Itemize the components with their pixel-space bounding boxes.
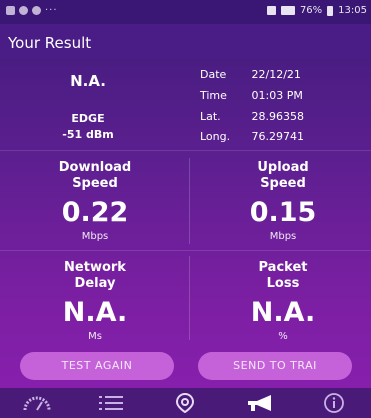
network-type: EDGE [71,112,105,125]
status-time: 13:05 [338,5,367,16]
loss-unit: % [278,331,288,342]
speedometer-icon [23,396,51,411]
upload-value: 0.15 [249,197,317,228]
nav-map[interactable] [165,388,205,418]
meta-value: 76.29741 [251,130,305,143]
nav-complaint[interactable] [240,388,280,418]
upload-unit: Mbps [269,231,297,242]
meta-row-lat: Lat. 28.96358 [200,110,304,123]
delay-label: Network Delay [20,260,170,292]
status-right-icons: 76% 13:05 [266,5,367,16]
upload-label-line2: Speed [260,176,306,191]
info-icon [323,393,344,413]
speed-section: Download Speed 0.22 Mbps Upload Speed 0.… [0,150,371,250]
location-pin-icon [176,393,195,413]
title-bar: Your Result [0,24,371,58]
nav-history[interactable] [91,388,131,418]
loss-label-line1: Packet [258,260,308,275]
nav-speedtest[interactable] [17,388,57,418]
meta-label: Date [200,68,227,81]
test-again-button[interactable]: TEST AGAIN [20,352,174,380]
download-speed-card: Download Speed 0.22 Mbps [20,160,170,242]
delay-label-line1: Network [64,260,126,275]
status-left-icons: ··· [6,5,58,16]
meta-row-long: Long. 76.29741 [200,130,304,143]
meta-row-time: Time 01:03 PM [200,89,303,102]
meta-value: 22/12/21 [251,68,301,81]
meta-label: Time [200,89,227,102]
loss-label-line2: Loss [266,276,300,291]
loss-value: N.A. [250,297,316,328]
column-divider [189,256,190,340]
download-label-line1: Download [58,160,132,175]
operator-name: N.A. [70,72,106,90]
download-label-line2: Speed [72,176,118,191]
bottom-navigation [0,388,371,418]
packet-loss-card: Packet Loss N.A. % [208,260,358,342]
delay-value: N.A. [62,297,128,328]
network-delay-card: Network Delay N.A. Ms [20,260,170,342]
download-label: Download Speed [20,160,170,192]
page-title: Your Result [8,34,92,52]
download-value: 0.22 [61,197,129,228]
gallery-notification-icon [6,6,15,15]
network-info-section: N.A. EDGE -51 dBm Date 22/12/21 Time 01:… [0,58,371,150]
list-icon [99,396,124,410]
upload-label: Upload Speed [208,160,358,192]
megaphone-icon [247,395,271,411]
data-saver-icon [266,6,276,15]
meta-label: Long. [200,130,231,143]
sync-notification-icon [19,6,28,15]
whatsapp-notification-icon [32,6,41,15]
column-divider [189,158,190,244]
delay-label-line2: Delay [74,276,116,291]
battery-percent: 76% [299,5,323,16]
download-unit: Mbps [81,231,109,242]
loss-label: Packet Loss [208,260,358,292]
quality-section: Network Delay N.A. Ms Packet Loss N.A. % [0,250,371,345]
upload-label-line1: Upload [257,160,309,175]
upload-speed-card: Upload Speed 0.15 Mbps [208,160,358,242]
send-to-trai-button[interactable]: SEND TO TRAI [198,352,352,380]
meta-value: 28.96358 [251,110,305,123]
more-notifications-indicator: ··· [45,5,58,16]
signal-strength: -51 dBm [62,128,114,141]
battery-icon [327,5,334,16]
nav-info[interactable] [314,388,354,418]
meta-value: 01:03 PM [251,89,303,102]
delay-unit: Ms [88,331,102,342]
status-bar: ··· 76% 13:05 [0,0,371,24]
meta-row-date: Date 22/12/21 [200,68,301,81]
signal-icon [280,6,295,15]
meta-label: Lat. [200,110,221,123]
